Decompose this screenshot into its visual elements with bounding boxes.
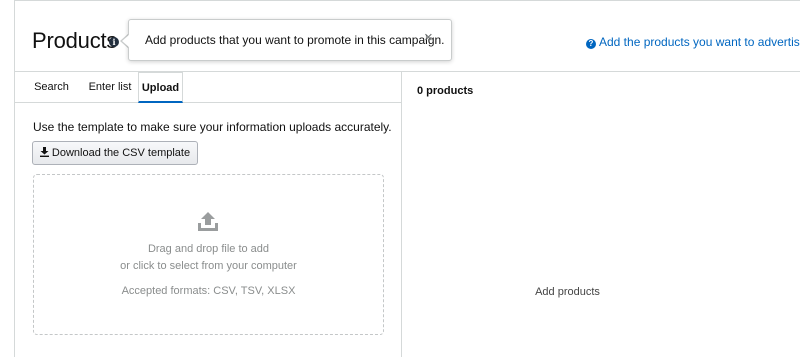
download-csv-template-label: Download the CSV template bbox=[51, 147, 191, 159]
dropzone-click-text: or click to select from your computer bbox=[120, 260, 297, 272]
tooltip-text: Add products that you want to promote in… bbox=[145, 33, 445, 47]
tab-upload[interactable]: Upload bbox=[138, 72, 183, 103]
file-dropzone[interactable]: Drag and drop file to add or click to se… bbox=[33, 174, 384, 335]
product-entry-panel: Search Enter list Upload Use the templat… bbox=[14, 72, 402, 357]
help-link[interactable]: ? Add the products you want to advertise bbox=[586, 35, 800, 49]
product-count: 0 products bbox=[417, 85, 474, 97]
upload-icon bbox=[198, 212, 218, 231]
info-tooltip: Add products that you want to promote in… bbox=[128, 19, 452, 61]
info-icon[interactable]: i bbox=[109, 37, 119, 47]
upload-instructions: Use the template to make sure your infor… bbox=[33, 120, 392, 134]
selected-products-panel: 0 products Add products bbox=[402, 72, 800, 357]
page-title: Products bbox=[32, 28, 118, 53]
entry-tabs: Search Enter list Upload bbox=[14, 72, 402, 103]
download-csv-template-button[interactable]: Download the CSV template bbox=[32, 141, 198, 165]
tab-enter-list[interactable]: Enter list bbox=[80, 72, 140, 102]
dropzone-drag-text: Drag and drop file to add bbox=[147, 243, 270, 255]
help-link-label: Add the products you want to advertise bbox=[599, 35, 800, 49]
help-icon: ? bbox=[586, 39, 596, 49]
close-icon[interactable]: × bbox=[424, 30, 433, 46]
empty-state-message: Add products bbox=[535, 286, 600, 298]
accepted-formats-text: Accepted formats: CSV, TSV, XLSX bbox=[121, 285, 296, 297]
download-icon bbox=[39, 147, 49, 157]
tooltip-arrow-fill bbox=[122, 34, 130, 48]
tab-search[interactable]: Search bbox=[24, 72, 79, 102]
